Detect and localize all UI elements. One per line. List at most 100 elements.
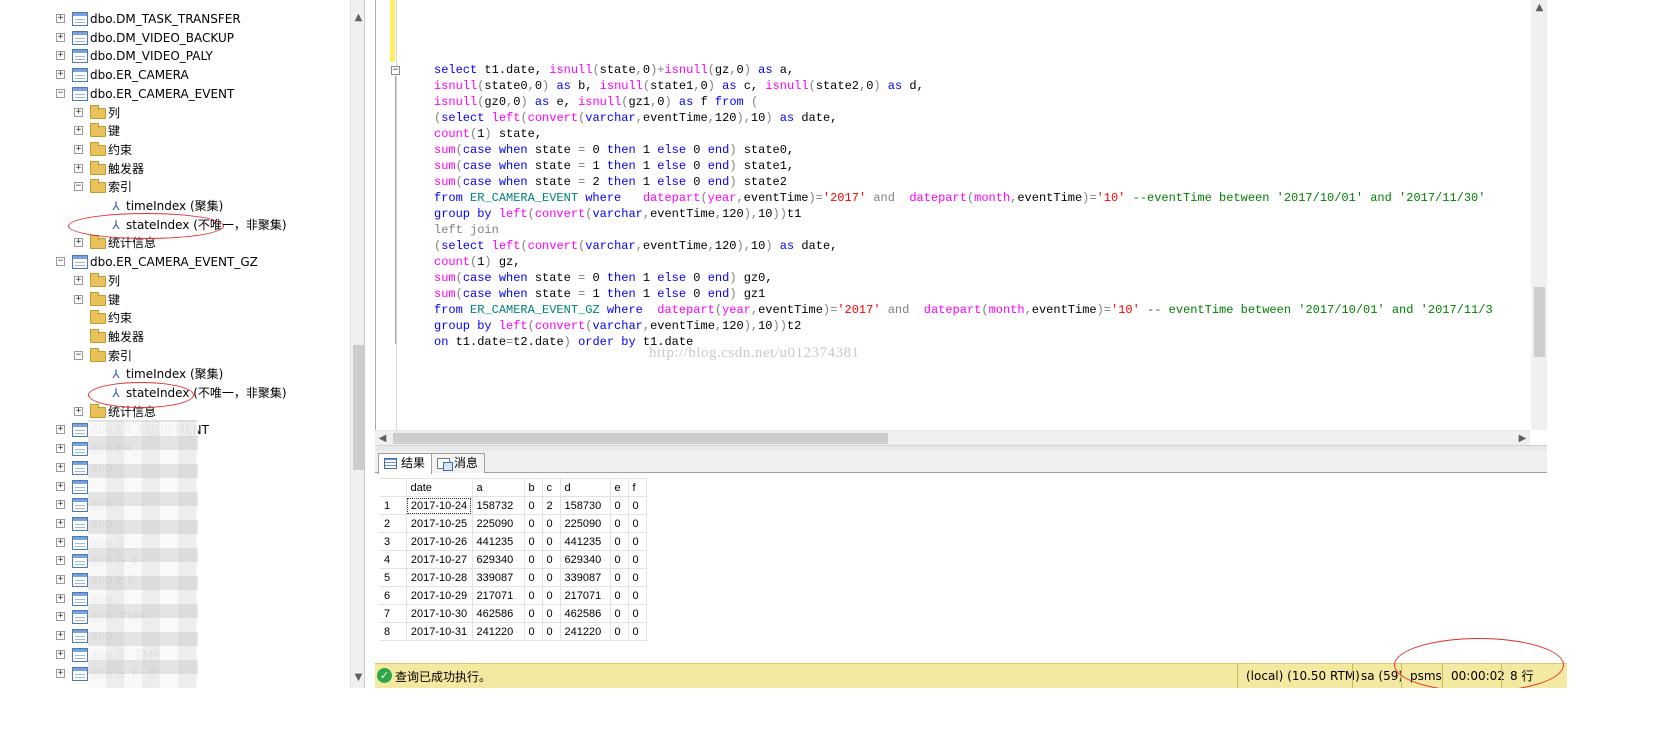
expand-icon[interactable]: + (56, 631, 65, 641)
scroll-right-icon[interactable]: ▶ (1515, 431, 1530, 446)
tree-item-folder[interactable]: + 列 (0, 271, 350, 291)
code-line[interactable]: group by left(convert(varchar,eventTime,… (434, 206, 1493, 222)
grid-cell[interactable]: 0 (541, 514, 561, 533)
grid-cell[interactable]: 0 (541, 550, 561, 569)
tree-item-table[interactable]: + dbo.DM_TASK_TRANSFER (0, 9, 350, 29)
grid-cell[interactable]: 0 (523, 550, 543, 569)
query-editor[interactable]: − select t1.date, isnull(state,0)+isnull… (375, 0, 1674, 445)
sql-code[interactable]: select t1.date, isnull(state,0)+isnull(g… (434, 62, 1493, 350)
grid-cell[interactable]: 2017-10-30 (405, 604, 473, 623)
expand-icon[interactable]: + (56, 668, 65, 678)
table-row[interactable]: 5 2017-10-28 339087 0 0 339087 0 0 (380, 568, 647, 587)
expand-icon[interactable]: + (56, 593, 65, 603)
grid-cell[interactable]: 0 (627, 604, 647, 623)
grid-cell[interactable]: 0 (609, 568, 629, 587)
table-row[interactable]: 8 2017-10-31 241220 0 0 241220 0 0 (380, 622, 647, 641)
grid-cell[interactable]: 0 (609, 496, 629, 515)
expand-icon[interactable]: + (74, 294, 83, 304)
code-line[interactable]: (select left(convert(varchar,eventTime,1… (434, 110, 1493, 126)
grid-cell[interactable]: 0 (523, 532, 543, 551)
column-header[interactable]: e (609, 478, 629, 497)
code-line[interactable]: from ER_CAMERA_EVENT_GZ where datepart(y… (434, 302, 1493, 318)
table-row[interactable]: 2 2017-10-25 225090 0 0 225090 0 0 (380, 514, 647, 533)
grid-cell[interactable]: 2 (541, 496, 561, 515)
explorer-scrollbar[interactable]: ▲ ▼ (350, 0, 364, 688)
grid-cell[interactable]: 0 (609, 586, 629, 605)
grid-cell[interactable]: 0 (627, 550, 647, 569)
grid-cell[interactable]: 158730 (559, 496, 611, 515)
tree-item-index[interactable]: ⅄ timeIndex (聚集) (0, 364, 350, 384)
code-line[interactable]: select t1.date, isnull(state,0)+isnull(g… (434, 62, 1493, 78)
table-row[interactable]: 1 2017-10-24 158732 0 2 158730 0 0 (380, 496, 647, 515)
editor-horizontal-scrollbar[interactable]: ◀ ▶ (375, 430, 1530, 445)
tree-item-folder[interactable]: + 列 (0, 103, 350, 123)
tree-item-index[interactable]: ⅄ stateIndex (不唯一，非聚集) (0, 215, 350, 235)
grid-cell[interactable]: 217071 (559, 586, 611, 605)
expand-icon[interactable]: + (56, 612, 65, 622)
tree-item-table[interactable]: + dbo.DM_VIDEO_BACKUP (0, 28, 350, 48)
collapse-icon[interactable]: − (56, 88, 65, 98)
collapse-icon[interactable]: − (74, 350, 83, 360)
grid-cell[interactable]: 2017-10-25 (405, 514, 473, 533)
grid-cell[interactable]: 225090 (471, 514, 525, 533)
scroll-down-icon[interactable]: ▼ (351, 670, 364, 685)
tree-item-folder[interactable]: + 约束 (0, 140, 350, 160)
grid-cell[interactable]: 462586 (559, 604, 611, 623)
grid-cell[interactable]: 441235 (559, 532, 611, 551)
column-header[interactable]: a (471, 478, 525, 497)
grid-cell[interactable]: 0 (523, 568, 543, 587)
row-number[interactable]: 4 (380, 550, 407, 569)
grid-cell[interactable]: 0 (541, 586, 561, 605)
grid-cell[interactable]: 0 (523, 604, 543, 623)
expand-icon[interactable]: + (56, 500, 65, 510)
tree-item-folder[interactable]: 约束 (0, 308, 350, 328)
grid-cell[interactable]: 2017-10-29 (405, 586, 473, 605)
grid-cell[interactable]: 0 (627, 568, 647, 587)
grid-cell[interactable]: 0 (541, 532, 561, 551)
code-line[interactable]: isnull(gz0,0) as e, isnull(gz1,0) as f f… (434, 94, 1493, 110)
tree-item-folder[interactable]: + 触发器 (0, 159, 350, 179)
scroll-up-icon[interactable]: ▲ (351, 10, 364, 25)
row-number[interactable]: 1 (380, 496, 407, 515)
code-line[interactable]: sum(case when state = 1 then 1 else 0 en… (434, 158, 1493, 174)
table-row[interactable]: 3 2017-10-26 441235 0 0 441235 0 0 (380, 532, 647, 551)
tab-results[interactable]: 结果 (378, 453, 433, 474)
code-line[interactable]: from ER_CAMERA_EVENT where datepart(year… (434, 190, 1493, 206)
expand-icon[interactable]: + (56, 481, 65, 491)
tree-item-table[interactable]: − dbo.ER_CAMERA_EVENT (0, 84, 350, 104)
code-line[interactable]: count(1) state, (434, 126, 1493, 142)
scrollbar-thumb[interactable] (353, 345, 364, 470)
tree-item-folder[interactable]: − 索引 (0, 346, 350, 366)
grid-cell[interactable]: 0 (609, 514, 629, 533)
expand-icon[interactable]: + (56, 556, 65, 566)
expand-icon[interactable]: + (56, 425, 65, 435)
grid-cell[interactable]: 0 (541, 604, 561, 623)
grid-cell[interactable]: 0 (523, 586, 543, 605)
grid-cell[interactable]: 0 (609, 604, 629, 623)
expand-icon[interactable]: + (74, 163, 83, 173)
code-line[interactable]: sum(case when state = 1 then 1 else 0 en… (434, 286, 1493, 302)
grid-cell[interactable]: 2017-10-31 (405, 622, 473, 641)
collapse-icon[interactable]: − (74, 182, 83, 192)
tree-item-folder[interactable]: + 键 (0, 290, 350, 310)
expand-icon[interactable]: + (74, 275, 83, 285)
grid-cell[interactable]: 0 (627, 496, 647, 515)
code-line[interactable]: left join (434, 222, 1493, 238)
tree-item-index[interactable]: ⅄ timeIndex (聚集) (0, 196, 350, 216)
row-number[interactable]: 3 (380, 532, 407, 551)
code-line[interactable]: isnull(state0,0) as b, isnull(state1,0) … (434, 78, 1493, 94)
expand-icon[interactable]: + (74, 107, 83, 117)
expand-icon[interactable]: + (56, 70, 65, 80)
grid-cell[interactable]: 441235 (471, 532, 525, 551)
column-header[interactable]: f (627, 478, 647, 497)
column-header[interactable]: c (541, 478, 561, 497)
expand-icon[interactable]: + (56, 32, 65, 42)
grid-cell[interactable]: 339087 (471, 568, 525, 587)
grid-cell[interactable]: 241220 (559, 622, 611, 641)
row-number[interactable]: 8 (380, 622, 407, 641)
scroll-left-icon[interactable]: ◀ (375, 431, 390, 446)
code-line[interactable]: group by left(convert(varchar,eventTime,… (434, 318, 1493, 334)
code-line[interactable]: on t1.date=t2.date) order by t1.date (434, 334, 1493, 350)
expand-icon[interactable]: + (56, 444, 65, 454)
grid-cell[interactable]: 0 (523, 514, 543, 533)
